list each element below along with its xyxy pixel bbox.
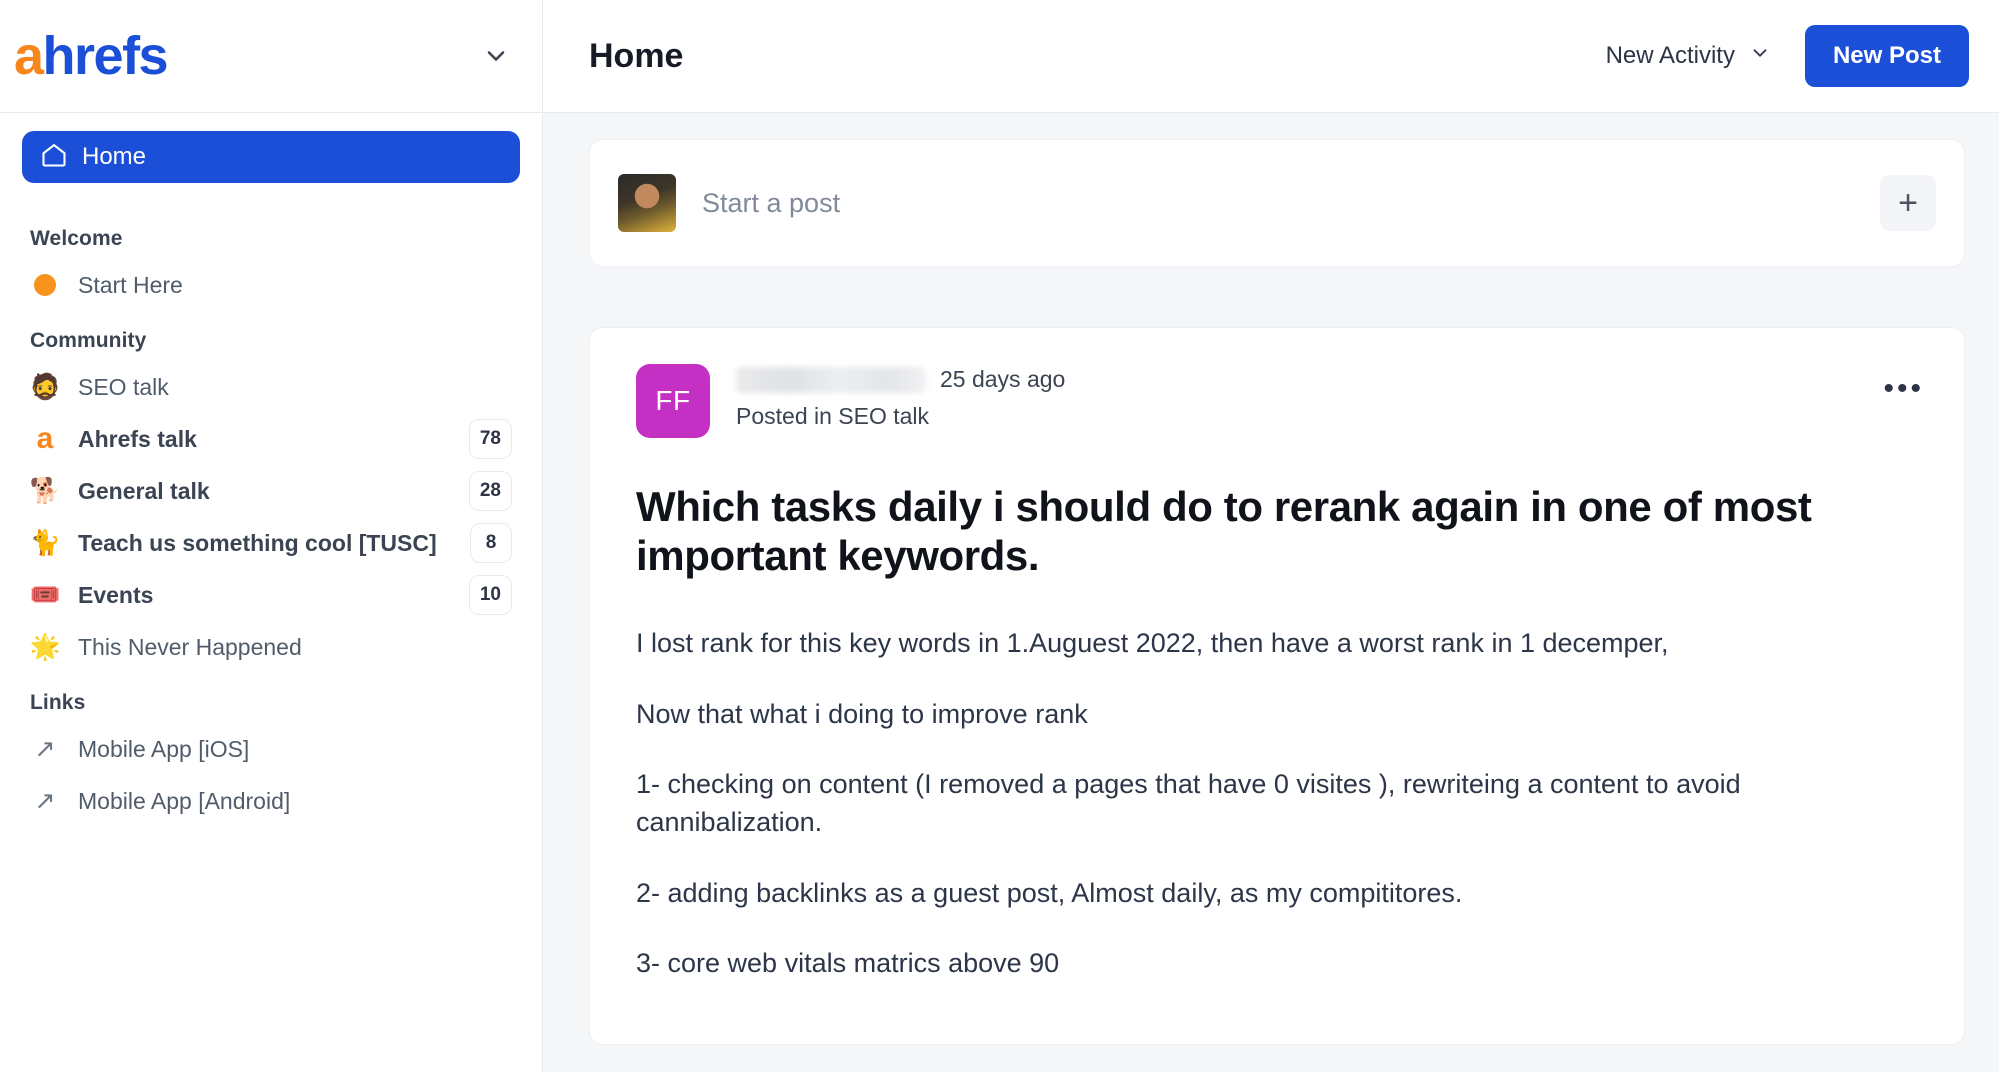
activity-filter-dropdown[interactable]: New Activity xyxy=(1606,42,1771,71)
home-icon xyxy=(40,141,68,174)
post-title[interactable]: Which tasks daily i should do to rerank … xyxy=(636,482,1906,580)
chevron-down-icon[interactable] xyxy=(476,36,516,76)
sidebar-item-general-talk[interactable]: 🐕 General talk 28 xyxy=(22,465,520,517)
post-composer[interactable]: Start a post + xyxy=(589,139,1965,267)
sidebar-item-label: Start Here xyxy=(78,271,183,298)
sidebar-header: ahrefs xyxy=(0,0,542,113)
post-channel[interactable]: Posted in SEO talk xyxy=(736,403,1883,430)
ahrefs-logo[interactable]: ahrefs xyxy=(14,26,169,86)
post-paragraph: 3- core web vitals matrics above 90 xyxy=(636,947,1060,978)
sidebar-item-this-never-happened[interactable]: 🌟 This Never Happened xyxy=(22,621,520,673)
sidebar-item-mobile-app-ios[interactable]: ↗ Mobile App [iOS] xyxy=(22,723,520,775)
unread-badge: 28 xyxy=(468,471,512,511)
sidebar: ahrefs Home Welcome Start Here Community xyxy=(0,0,543,1072)
post-author-name-redacted xyxy=(736,366,926,393)
external-link-arrow-icon: ↗ xyxy=(34,734,56,763)
post-paragraph: 1- checking on content (I removed a page… xyxy=(636,768,1741,838)
post-timestamp: 25 days ago xyxy=(940,366,1066,392)
avatar xyxy=(618,174,676,232)
logo-a: a xyxy=(14,26,44,86)
sidebar-item-ahrefs-talk[interactable]: a Ahrefs talk 78 xyxy=(22,413,520,465)
new-post-button[interactable]: New Post xyxy=(1804,25,1969,87)
teach-us-emoji-icon: 🐈 xyxy=(29,528,61,557)
sidebar-item-label: General talk xyxy=(78,477,210,504)
page-title: Home xyxy=(589,36,684,75)
activity-filter-label: New Activity xyxy=(1605,42,1735,69)
main-content: Home New Activity New Post Start a post … xyxy=(543,0,1999,1072)
post-card: FF 25 days ago Posted in SEO talk ••• Wh… xyxy=(589,327,1965,1046)
general-talk-emoji-icon: 🐕 xyxy=(29,476,61,505)
sidebar-item-events[interactable]: 🎟️ Events 10 xyxy=(22,569,520,621)
sidebar-item-label: Events xyxy=(78,581,154,608)
sidebar-section-title-links: Links xyxy=(30,691,86,714)
sidebar-item-teach-us-something-cool[interactable]: 🐈 Teach us something cool [TUSC] 8 xyxy=(22,517,520,569)
sidebar-item-start-here[interactable]: Start Here xyxy=(22,259,520,311)
post-author-avatar[interactable]: FF xyxy=(636,364,710,438)
sidebar-item-mobile-app-android[interactable]: ↗ Mobile App [Android] xyxy=(22,775,520,827)
sidebar-item-label: Mobile App [iOS] xyxy=(78,735,250,762)
feed: Start a post + FF 25 days ago Posted in … xyxy=(543,113,1999,1072)
logo-rest: hrefs xyxy=(42,26,169,86)
orange-dot-icon xyxy=(30,274,60,296)
sidebar-item-label: Home xyxy=(82,143,147,170)
unread-badge: 78 xyxy=(468,419,512,459)
sidebar-item-seo-talk[interactable]: 🧔 SEO talk xyxy=(22,361,520,413)
plus-icon[interactable]: + xyxy=(1880,175,1936,231)
sidebar-item-label: Teach us something cool [TUSC] xyxy=(78,529,437,556)
post-meta-line: 25 days ago xyxy=(736,366,1883,393)
chevron-down-icon xyxy=(1749,42,1771,71)
unread-badge: 8 xyxy=(470,523,512,563)
app-root: ahrefs Home Welcome Start Here Community xyxy=(0,0,1999,1072)
post-meta: 25 days ago Posted in SEO talk xyxy=(710,364,1883,430)
sidebar-item-label: This Never Happened xyxy=(78,633,302,660)
seo-talk-emoji-icon: 🧔 xyxy=(29,372,61,401)
sidebar-item-label: Ahrefs talk xyxy=(78,425,197,452)
sidebar-item-label: SEO talk xyxy=(78,373,169,400)
ahrefs-a-icon: a xyxy=(36,422,54,455)
sidebar-item-home[interactable]: Home xyxy=(22,131,520,183)
unread-badge: 10 xyxy=(468,575,512,615)
sidebar-section-title-welcome: Welcome xyxy=(30,227,123,250)
post-header: FF 25 days ago Posted in SEO talk ••• xyxy=(636,364,1930,438)
topbar: Home New Activity New Post xyxy=(543,0,1999,113)
external-link-arrow-icon: ↗ xyxy=(34,786,56,815)
post-paragraph: 2- adding backlinks as a guest post, Alm… xyxy=(636,877,1463,908)
ellipsis-icon[interactable]: ••• xyxy=(1883,364,1930,404)
sidebar-section-title-community: Community xyxy=(30,329,147,352)
post-paragraph: Now that what i doing to improve rank xyxy=(636,698,1088,729)
sidebar-nav: Home Welcome Start Here Community 🧔 SEO … xyxy=(0,113,542,1072)
post-paragraph: I lost rank for this key words in 1.Augu… xyxy=(636,628,1669,659)
start-a-post-input[interactable]: Start a post xyxy=(676,188,1880,219)
star-emoji-icon: 🌟 xyxy=(29,632,61,661)
sidebar-item-label: Mobile App [Android] xyxy=(78,787,291,814)
ticket-emoji-icon: 🎟️ xyxy=(29,580,61,609)
post-body: I lost rank for this key words in 1.Augu… xyxy=(636,624,1930,982)
